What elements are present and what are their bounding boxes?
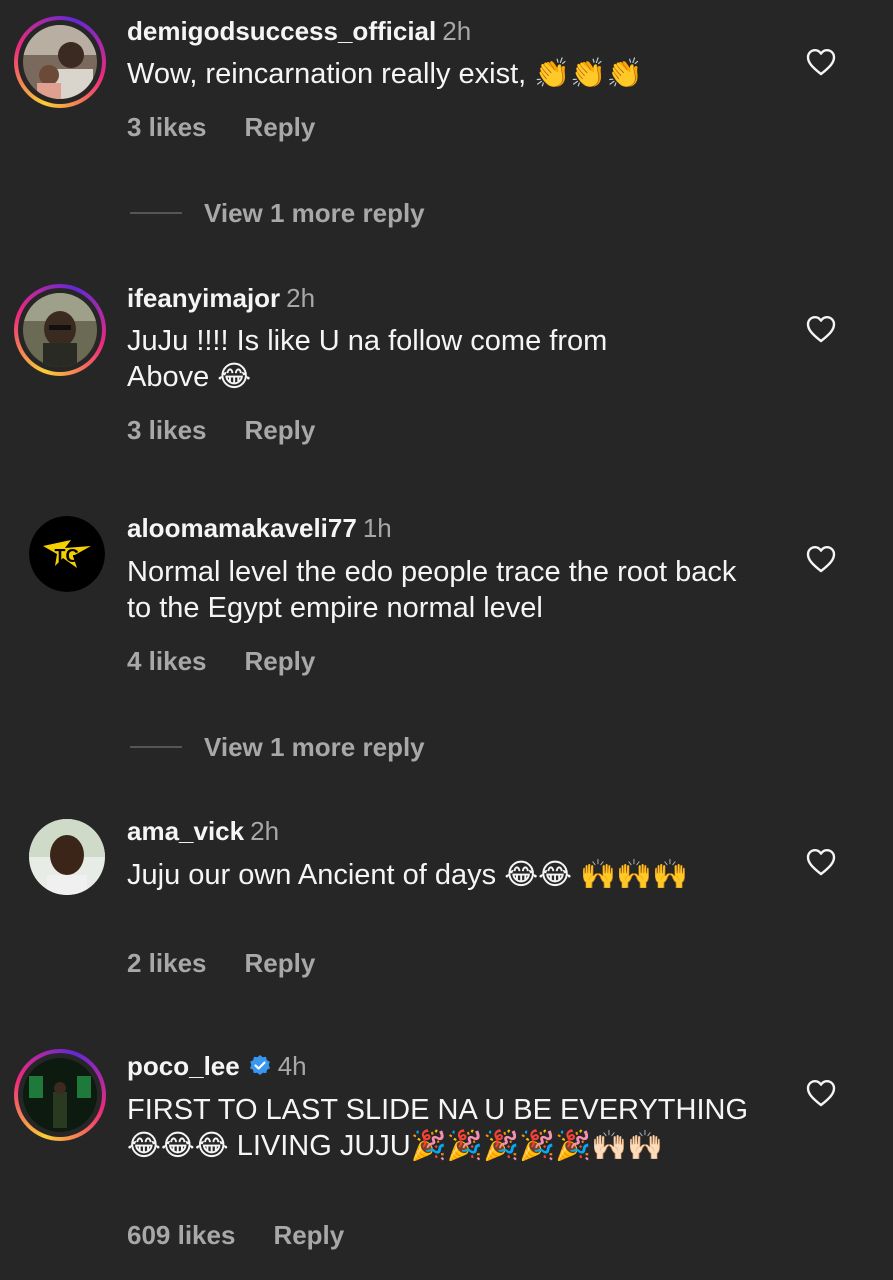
heart-icon[interactable] — [806, 48, 836, 76]
heart-icon[interactable] — [806, 315, 836, 343]
avatar[interactable] — [14, 1049, 106, 1141]
comment-time: 2h — [442, 16, 472, 46]
verified-badge-icon — [249, 1055, 270, 1075]
avatar[interactable] — [14, 284, 106, 376]
comment-text: FIRST TO LAST SLIDE NA U BE EVERYTHING 😂… — [127, 1094, 749, 1162]
likes-count[interactable]: 2 likes — [127, 948, 207, 978]
comment-time: 4h — [277, 1051, 307, 1081]
likes-count[interactable]: 3 likes — [127, 112, 207, 142]
comment-time: 2h — [250, 816, 280, 846]
view-more-replies[interactable]: View 1 more reply — [130, 732, 425, 762]
comment-time: 1h — [362, 513, 392, 543]
avatar[interactable]: TG — [29, 516, 105, 592]
comment-time: 2h — [286, 283, 316, 313]
divider — [130, 746, 182, 748]
username[interactable]: poco_lee — [127, 1051, 240, 1081]
heart-icon[interactable] — [806, 848, 836, 876]
username[interactable]: aloomamakaveli77 — [127, 513, 357, 543]
reply-button[interactable]: Reply — [245, 415, 316, 445]
heart-icon[interactable] — [806, 1079, 836, 1107]
divider — [130, 212, 182, 214]
reply-button[interactable]: Reply — [245, 948, 316, 978]
view-more-replies[interactable]: View 1 more reply — [130, 198, 425, 228]
heart-icon[interactable] — [806, 545, 836, 573]
reply-button[interactable]: Reply — [245, 112, 316, 142]
reply-button[interactable]: Reply — [245, 646, 316, 676]
username[interactable]: demigodsuccess_official — [127, 16, 436, 46]
username[interactable]: ama_vick — [127, 816, 244, 846]
svg-text:TG: TG — [55, 546, 80, 566]
comment-text: Wow, reincarnation really exist, 👏👏👏 — [127, 58, 643, 90]
comment-text: Normal level the edo people trace the ro… — [127, 556, 737, 624]
likes-count[interactable]: 609 likes — [127, 1220, 235, 1250]
likes-count[interactable]: 4 likes — [127, 646, 207, 676]
comment-text: JuJu !!!! Is like U na follow come from … — [127, 325, 608, 393]
avatar[interactable] — [14, 16, 106, 108]
likes-count[interactable]: 3 likes — [127, 415, 207, 445]
avatar[interactable] — [29, 819, 105, 895]
reply-button[interactable]: Reply — [273, 1220, 344, 1250]
comment-text: Juju our own Ancient of days 😂😂 🙌🙌🙌 — [127, 859, 689, 891]
username[interactable]: ifeanyimajor — [127, 283, 280, 313]
